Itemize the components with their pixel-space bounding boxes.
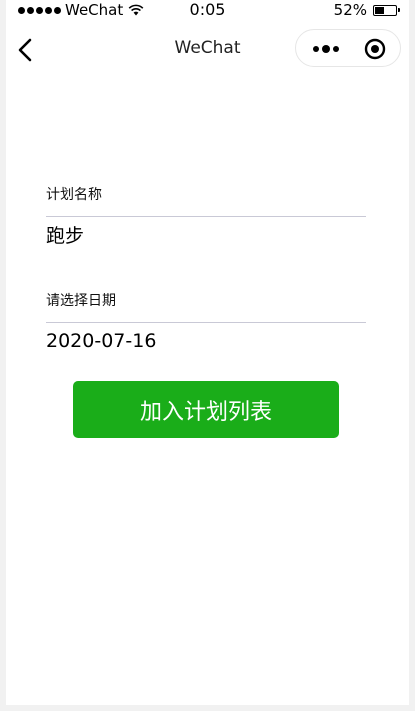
plan-name-input[interactable] (46, 216, 366, 250)
date-label: 请选择日期 (46, 293, 116, 309)
date-picker[interactable] (46, 322, 366, 356)
status-right: 52% (333, 0, 400, 20)
battery-fill (375, 6, 384, 14)
navigation-bar: WeChat (6, 20, 409, 78)
app-frame: WeChat 0:05 52% WeChat 计划名称 跑步 请选择日期 202… (0, 0, 415, 711)
record-circle-icon[interactable] (364, 38, 386, 60)
more-dots-icon[interactable] (308, 40, 344, 58)
menu-capsule (295, 29, 401, 67)
battery-icon (373, 4, 400, 16)
add-to-plan-list-button[interactable]: 加入计划列表 (73, 381, 339, 438)
battery-percent: 52% (333, 1, 367, 19)
status-bar: WeChat 0:05 52% (6, 0, 409, 20)
plan-name-label: 计划名称 (46, 187, 102, 203)
